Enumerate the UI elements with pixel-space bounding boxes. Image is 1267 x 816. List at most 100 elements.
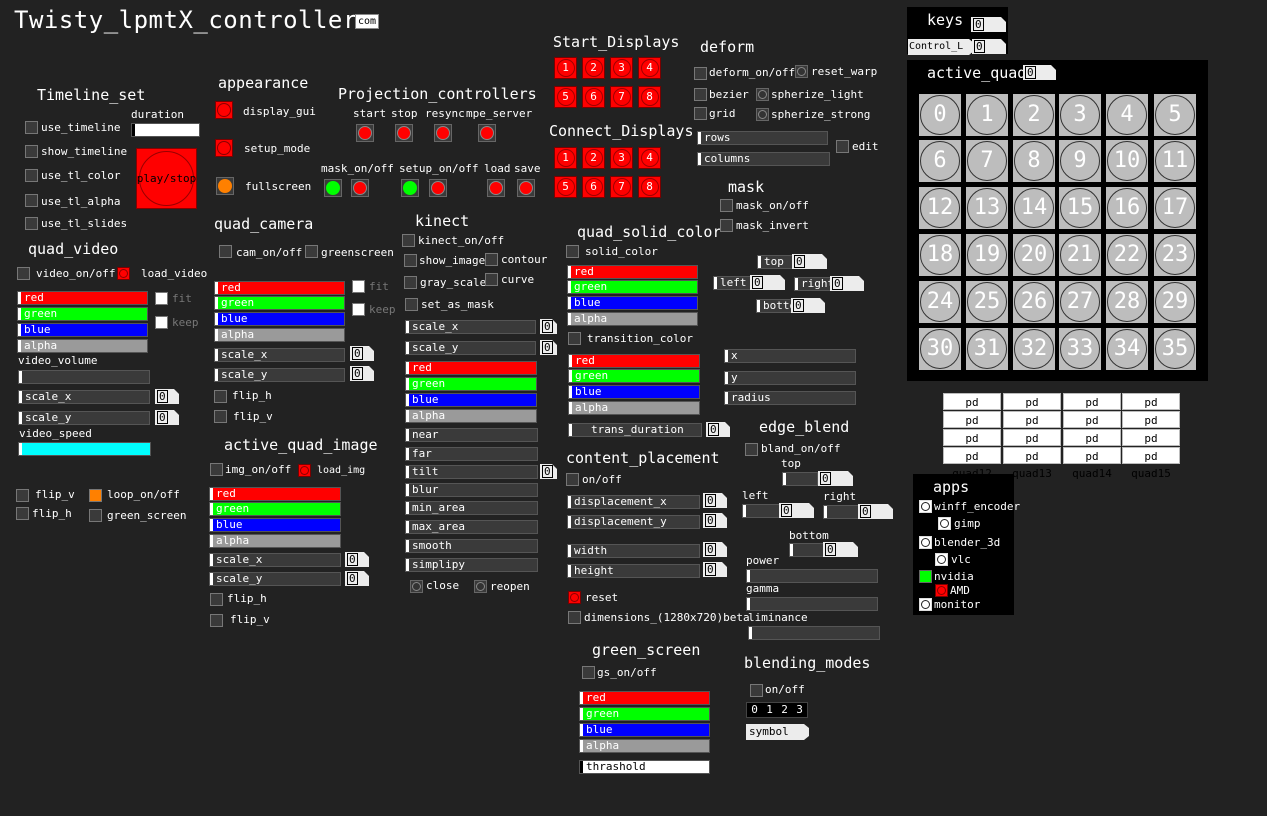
pd-quad00-message[interactable]: pd quad00 bbox=[943, 393, 1001, 426]
winff-encoder-button[interactable] bbox=[919, 500, 932, 513]
save-button[interactable] bbox=[517, 179, 535, 197]
width-number[interactable]: 0 bbox=[703, 542, 727, 557]
mask-top-slider[interactable]: top bbox=[757, 255, 793, 269]
kinect-scale-x-slider[interactable]: scale_x bbox=[405, 320, 536, 334]
placement-reset-button[interactable] bbox=[568, 591, 581, 604]
quad-18-button[interactable]: 18 bbox=[919, 234, 961, 276]
amd-button[interactable] bbox=[935, 584, 948, 597]
mask-top-number[interactable]: 0 bbox=[792, 254, 827, 269]
video-flip-h-toggle[interactable] bbox=[16, 507, 29, 520]
cam-onoff-toggle[interactable] bbox=[219, 245, 232, 258]
mask-bottom-slider[interactable]: bottom bbox=[756, 299, 796, 313]
set-as-mask-toggle[interactable] bbox=[405, 298, 418, 311]
duration-slider[interactable] bbox=[131, 123, 200, 137]
mask-right-number[interactable]: 0 bbox=[830, 276, 864, 291]
camera-flip-v-toggle[interactable] bbox=[214, 410, 227, 423]
pd-quad02-message[interactable]: pd quad02 bbox=[1063, 393, 1121, 426]
camera-scale-x-slider[interactable]: scale_x bbox=[214, 348, 345, 362]
mask-y-slider[interactable]: y bbox=[724, 371, 856, 385]
video-fit-toggle[interactable] bbox=[155, 292, 168, 305]
power-slider[interactable] bbox=[746, 569, 878, 583]
connect-display-1-button[interactable]: 1 bbox=[554, 147, 577, 169]
start-display-1-button[interactable]: 1 bbox=[554, 57, 577, 79]
greenscreen-toggle[interactable] bbox=[305, 245, 318, 258]
mask-bottom-number[interactable]: 0 bbox=[791, 298, 825, 313]
kinect-reopen-button[interactable] bbox=[474, 580, 487, 593]
tilt-number[interactable]: 0 bbox=[540, 464, 557, 479]
image-flip-v-toggle[interactable] bbox=[210, 614, 223, 627]
kinect-scale-x-number[interactable]: 0 bbox=[540, 319, 557, 334]
video-onoff-toggle[interactable] bbox=[17, 267, 30, 280]
connect-display-7-button[interactable]: 7 bbox=[610, 176, 633, 198]
gs-red-slider[interactable]: red bbox=[579, 691, 710, 705]
edge-top-slider[interactable] bbox=[782, 472, 818, 486]
start-display-6-button[interactable]: 6 bbox=[582, 86, 605, 108]
connect-display-8-button[interactable]: 8 bbox=[638, 176, 661, 198]
start-button[interactable] bbox=[356, 124, 374, 142]
blending-mode-3[interactable]: 3 bbox=[792, 703, 807, 717]
quad-8-button[interactable]: 8 bbox=[1013, 140, 1055, 182]
start-display-7-button[interactable]: 7 bbox=[610, 86, 633, 108]
use-timeline-toggle[interactable] bbox=[25, 121, 38, 134]
kinect-alpha-slider[interactable]: alpha bbox=[405, 409, 537, 423]
connect-display-6-button[interactable]: 6 bbox=[582, 176, 605, 198]
blending-mode-2[interactable]: 2 bbox=[777, 703, 792, 717]
mask-onoff-red-button[interactable] bbox=[351, 179, 369, 197]
blending-mode-radio[interactable]: 0 1 2 3 bbox=[746, 702, 808, 718]
transition-color-toggle[interactable] bbox=[568, 332, 581, 345]
pd-quad03-message[interactable]: pd quad03 bbox=[1122, 393, 1180, 426]
quad-19-button[interactable]: 19 bbox=[966, 234, 1008, 276]
quad-34-button[interactable]: 34 bbox=[1106, 328, 1148, 370]
camera-green-slider[interactable]: green bbox=[214, 296, 345, 310]
video-speed-slider[interactable] bbox=[18, 442, 151, 456]
gimp-button[interactable] bbox=[938, 517, 951, 530]
columns-slider[interactable]: columns bbox=[697, 152, 830, 166]
height-slider[interactable]: height bbox=[567, 564, 700, 578]
bland-onoff-toggle[interactable] bbox=[745, 443, 758, 456]
image-scale-y-slider[interactable]: scale_y bbox=[209, 572, 341, 586]
kinect-green-slider[interactable]: green bbox=[405, 377, 537, 391]
solid-blue-slider[interactable]: blue bbox=[567, 296, 698, 310]
quad-25-button[interactable]: 25 bbox=[966, 281, 1008, 323]
smooth-slider[interactable]: smooth bbox=[405, 539, 538, 553]
edit-toggle[interactable] bbox=[836, 140, 849, 153]
edge-top-number[interactable]: 0 bbox=[818, 471, 853, 486]
start-display-4-button[interactable]: 4 bbox=[638, 57, 661, 79]
vlc-button[interactable] bbox=[935, 553, 948, 566]
quad-32-button[interactable]: 32 bbox=[1013, 328, 1055, 370]
quad-29-button[interactable]: 29 bbox=[1154, 281, 1196, 323]
pd-quad06-message[interactable]: pd quad06 bbox=[1063, 411, 1121, 444]
use-tl-alpha-toggle[interactable] bbox=[25, 194, 38, 207]
spherize-strong-button[interactable] bbox=[756, 108, 769, 121]
video-alpha-slider[interactable]: alpha bbox=[17, 339, 148, 353]
play-stop-button[interactable]: play/stop bbox=[136, 148, 197, 209]
setup-onoff-red-button[interactable] bbox=[429, 179, 447, 197]
solid-green-slider[interactable]: green bbox=[567, 280, 698, 294]
loop-onoff-toggle[interactable] bbox=[89, 489, 102, 502]
keys-number[interactable]: 0 bbox=[971, 17, 1006, 32]
pd-quad07-message[interactable]: pd quad07 bbox=[1122, 411, 1180, 444]
edge-bottom-slider[interactable] bbox=[789, 543, 824, 557]
solid-color-toggle[interactable] bbox=[566, 245, 579, 258]
grid-toggle[interactable] bbox=[694, 107, 707, 120]
quad-14-button[interactable]: 14 bbox=[1013, 187, 1055, 229]
start-display-2-button[interactable]: 2 bbox=[582, 57, 605, 79]
deform-onoff-toggle[interactable] bbox=[694, 67, 707, 80]
video-scale-y-number[interactable]: 0 bbox=[155, 410, 179, 425]
transition-green-slider[interactable]: green bbox=[568, 369, 700, 383]
camera-scale-y-slider[interactable]: scale_y bbox=[214, 368, 345, 382]
stop-button[interactable] bbox=[395, 124, 413, 142]
quad-20-button[interactable]: 20 bbox=[1013, 234, 1055, 276]
video-scale-y-slider[interactable]: scale_y bbox=[18, 411, 150, 425]
quad-13-button[interactable]: 13 bbox=[966, 187, 1008, 229]
camera-fit-toggle[interactable] bbox=[352, 280, 365, 293]
video-scale-x-number[interactable]: 0 bbox=[155, 389, 179, 404]
solid-red-slider[interactable]: red bbox=[567, 265, 698, 279]
image-scale-y-number[interactable]: 0 bbox=[345, 571, 369, 586]
video-scale-x-slider[interactable]: scale_x bbox=[18, 390, 150, 404]
trans-duration-number[interactable]: 0 bbox=[706, 422, 730, 437]
pd-quad14-message[interactable]: pd quad14 bbox=[1063, 447, 1121, 480]
kinect-blue-slider[interactable]: blue bbox=[405, 393, 537, 407]
pd-quad13-message[interactable]: pd quad13 bbox=[1003, 447, 1061, 480]
edge-right-slider[interactable] bbox=[823, 505, 861, 519]
